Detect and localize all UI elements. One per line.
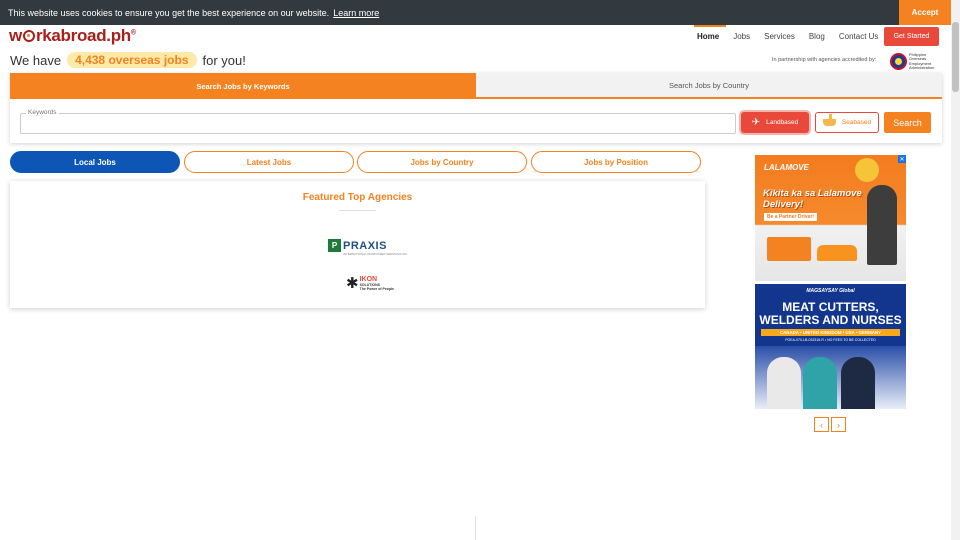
jobs-count-headline: We have 4,438 overseas jobs for you! <box>10 52 246 68</box>
search-panel: Search Jobs by Keywords Search Jobs by C… <box>10 73 942 143</box>
seabased-button[interactable]: Seabased <box>815 112 879 133</box>
car-image <box>817 245 857 261</box>
keywords-label: Keywords <box>26 109 59 116</box>
title-divider <box>339 210 376 211</box>
ikon-figure-icon: ✱ <box>346 275 359 292</box>
nav-contact-us[interactable]: Contact Us <box>832 27 886 46</box>
truck-image <box>767 237 811 261</box>
agency-praxis-logo[interactable]: P PRAXIS INTERNATIONAL MANPOWER SERVICES… <box>328 239 408 256</box>
nav-blog[interactable]: Blog <box>802 27 832 46</box>
page: This website uses cookies to ensure you … <box>0 0 960 540</box>
ad2-license: POEA-070-LB-032316-R • NO FEES TO BE COL… <box>785 338 876 342</box>
chevron-left-icon[interactable]: ‹ <box>814 417 829 432</box>
poea-seal-icon <box>890 53 907 70</box>
worker-image <box>767 357 801 409</box>
ikon-tagline: The Power of People <box>359 287 395 291</box>
local-jobs-button[interactable]: Local Jobs <box>10 151 180 173</box>
ad2-brand: MAGSAYSAY Global <box>806 288 855 294</box>
landbased-label: Landbased <box>766 119 799 126</box>
get-started-button[interactable]: Get Started <box>884 27 939 46</box>
latest-jobs-button[interactable]: Latest Jobs <box>184 151 354 173</box>
logo-globe-icon <box>22 30 35 42</box>
logo-text-end: rkabroad.ph <box>35 26 131 45</box>
driver-image <box>867 185 897 265</box>
lalamove-ad[interactable]: LALAMOVE Kikita ka sa Lalamove Delivery!… <box>755 155 906 281</box>
partnership-text: In partnership with agencies accredited … <box>772 57 877 63</box>
cookie-message: This website uses cookies to ensure you … <box>8 7 330 18</box>
ikon-name-text: IKON <box>359 276 378 283</box>
magsaysay-ad[interactable]: MAGSAYSAY Global MEAT CUTTERS, WELDERS A… <box>755 284 906 409</box>
poea-logo: Philippine Overseas Employment Administr… <box>890 52 942 71</box>
logo-registered-mark: ® <box>130 29 136 37</box>
ship-icon <box>822 114 836 126</box>
logo-text-start: w <box>9 26 22 45</box>
nav-services[interactable]: Services <box>757 27 802 46</box>
agency-ikon-logo[interactable]: ✱ IKON SOLUTIONS The Power of People <box>346 276 394 291</box>
featured-agencies-panel: Featured Top Agencies P PRAXIS INTERNATI… <box>10 181 705 308</box>
seabased-label: Seabased <box>841 119 872 126</box>
worker-image <box>841 357 875 409</box>
jobs-count-badge: 4,438 overseas jobs <box>67 52 197 68</box>
cookie-bar: This website uses cookies to ensure you … <box>0 0 960 25</box>
coin-image <box>855 158 879 182</box>
search-button[interactable]: Search <box>884 112 931 133</box>
jobs-by-country-button[interactable]: Jobs by Country <box>357 151 527 173</box>
accept-cookies-button[interactable]: Accept <box>899 0 951 25</box>
keywords-input[interactable] <box>20 113 736 134</box>
ad-carousel-controls: ‹ › <box>814 417 846 432</box>
ad2-countries: CANADA • UNITED KINGDOM • USA • GERMANY <box>761 329 900 336</box>
site-logo[interactable]: w rkabroad.ph® <box>9 26 136 46</box>
praxis-name: PRAXIS <box>343 239 387 252</box>
scrollbar-thumb[interactable] <box>952 22 959 92</box>
landbased-button[interactable]: ✈ Landbased <box>741 112 809 133</box>
worker-image <box>803 357 837 409</box>
page-scrollbar[interactable] <box>951 0 960 540</box>
headline-pre: We have <box>10 52 62 68</box>
ikon-name: IKON SOLUTIONS The Power of People <box>360 276 394 291</box>
section-divider <box>475 516 476 540</box>
chevron-right-icon[interactable]: › <box>831 417 846 432</box>
ad1-headline: Kikita ka sa Lalamove Delivery! <box>763 188 862 210</box>
jobs-by-position-button[interactable]: Jobs by Position <box>531 151 701 173</box>
ad1-sub: Be a Partner Driver! <box>764 213 817 221</box>
ad1-brand: LALAMOVE <box>764 163 809 172</box>
workers-image <box>755 346 906 409</box>
tab-search-by-keywords[interactable]: Search Jobs by Keywords <box>10 73 476 99</box>
praxis-tagline: INTERNATIONAL MANPOWER SERVICES INC. <box>343 252 409 256</box>
nav-jobs[interactable]: Jobs <box>726 27 757 46</box>
nav-home[interactable]: Home <box>690 25 727 46</box>
learn-more-link[interactable]: Learn more <box>333 8 379 18</box>
featured-title: Featured Top Agencies <box>302 192 413 203</box>
praxis-mark-icon: P <box>328 239 341 252</box>
poea-name: Philippine Overseas Employment Administr… <box>909 51 935 70</box>
headline-post: for you! <box>202 52 246 68</box>
airplane-icon: ✈ <box>751 117 761 128</box>
main-nav: Home Jobs Services Blog Contact Us <box>690 25 886 46</box>
tab-search-by-country[interactable]: Search Jobs by Country <box>476 73 942 99</box>
ad-close-icon[interactable]: ✕ <box>898 155 906 163</box>
ad2-headline: MEAT CUTTERS, WELDERS AND NURSES <box>759 300 902 327</box>
